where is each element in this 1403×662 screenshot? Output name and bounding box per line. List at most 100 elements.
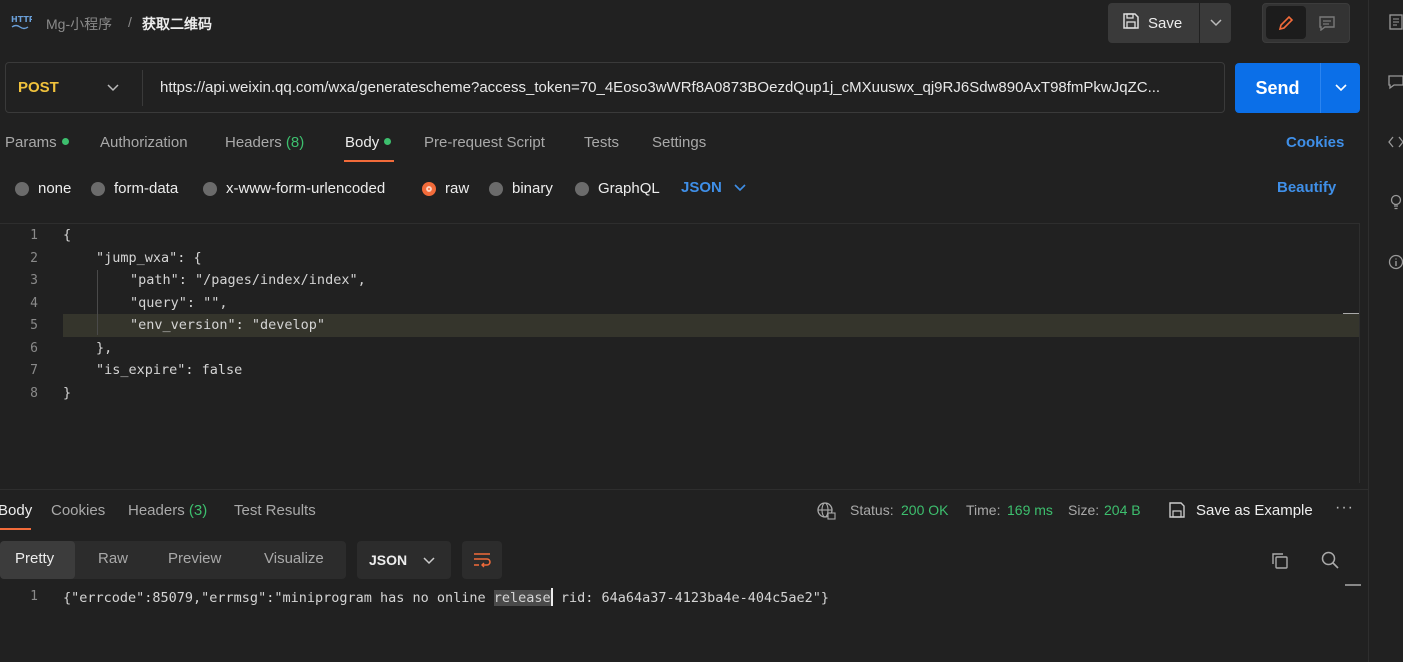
breadcrumb-request[interactable]: 获取二维码 (142, 14, 212, 34)
chevron-down-icon (734, 179, 746, 196)
breadcrumb-separator: / (128, 14, 132, 30)
save-options-chevron-down-icon[interactable] (1200, 3, 1231, 43)
pencil-icon[interactable] (1266, 6, 1306, 39)
radio-circle (489, 181, 503, 196)
send-button[interactable]: Send (1235, 63, 1320, 113)
radio-urlencoded[interactable]: x-www-form-urlencoded (203, 180, 385, 197)
radio-raw[interactable]: raw (422, 180, 469, 197)
save-example-icon (1168, 501, 1186, 522)
status-value[interactable]: 200 OK (901, 502, 948, 518)
right-sidebar (1368, 0, 1403, 662)
line-number: 3 (30, 273, 38, 288)
more-options-icon[interactable]: ··· (1335, 499, 1354, 517)
radio-label: binary (512, 180, 553, 197)
response-body-selection: release (493, 590, 551, 606)
radio-form-data[interactable]: form-data (91, 180, 178, 197)
code-line[interactable]: "jump_wxa": { (96, 250, 202, 266)
documentation-icon[interactable] (1388, 14, 1403, 30)
tab-tests[interactable]: Tests (584, 134, 619, 151)
editor-border (0, 223, 1360, 224)
radio-graphql[interactable]: GraphQL (575, 180, 660, 197)
radio-circle (575, 181, 589, 196)
wrap-lines-icon[interactable] (462, 541, 502, 579)
status-label: Status: (850, 502, 894, 518)
save-button[interactable]: Save (1108, 3, 1199, 43)
send-options-chevron-down-icon[interactable] (1320, 63, 1360, 113)
code-line[interactable]: "env_version": "develop" (130, 317, 325, 333)
pane-divider[interactable] (0, 489, 1368, 490)
globe-icon[interactable] (816, 501, 836, 524)
view-mode-visualize[interactable]: Visualize (264, 550, 324, 567)
radio-label: raw (445, 180, 470, 197)
search-icon[interactable] (1320, 550, 1340, 573)
svg-text:HTTP: HTTP (11, 15, 32, 24)
radio-none[interactable]: none (15, 180, 71, 197)
headers-count: (8) (285, 134, 305, 151)
size-value[interactable]: 204 B (1104, 502, 1141, 518)
copy-icon[interactable] (1270, 551, 1290, 574)
line-number: 1 (30, 228, 38, 243)
view-mode-pretty[interactable]: Pretty (15, 550, 54, 567)
lightbulb-icon[interactable] (1388, 194, 1403, 210)
http-icon: HTTP (10, 13, 35, 31)
response-tab-test-results[interactable]: Test Results (234, 502, 316, 519)
size-label: Size: (1068, 502, 1100, 518)
response-active-tab-indicator (0, 528, 31, 530)
response-line-number: 1 (30, 589, 38, 604)
line-number: 6 (30, 341, 38, 356)
method-chevron-down-icon[interactable] (106, 80, 120, 96)
tab-body-label: Body (345, 134, 380, 151)
url-input[interactable]: https://api.weixin.qq.com/wxa/generatesc… (160, 79, 1218, 96)
radio-circle (203, 181, 217, 196)
response-body-text: {"errcode":85079,"errmsg":"miniprogram h… (63, 590, 494, 606)
tab-headers-label: Headers (225, 134, 282, 151)
tab-body[interactable]: Body (345, 134, 392, 151)
tab-settings[interactable]: Settings (652, 134, 706, 151)
radio-circle (91, 181, 105, 196)
radio-binary[interactable]: binary (489, 180, 553, 197)
body-format-select[interactable]: JSON (681, 179, 746, 196)
response-tab-cookies[interactable]: Cookies (51, 502, 105, 519)
code-line[interactable]: "query": "", (130, 295, 228, 311)
cookies-link[interactable]: Cookies (1286, 134, 1344, 151)
response-body-text: rid: 64a64a37-4123ba4e-404c5ae2"} (552, 590, 830, 606)
view-mode-preview[interactable]: Preview (168, 550, 221, 567)
line-number: 5 (30, 318, 38, 333)
time-value[interactable]: 169 ms (1007, 502, 1053, 518)
info-icon[interactable] (1388, 254, 1403, 270)
response-tab-body[interactable]: Body (0, 502, 32, 519)
radio-label: form-data (114, 180, 179, 197)
code-line[interactable]: "path": "/pages/index/index", (130, 272, 366, 288)
comments-icon[interactable] (1388, 74, 1403, 90)
save-label: Save (1148, 14, 1183, 32)
save-as-example-button[interactable]: Save as Example (1196, 502, 1313, 519)
response-scroll-marker (1345, 584, 1361, 586)
time-label: Time: (966, 502, 1001, 518)
code-line[interactable]: }, (96, 340, 112, 356)
editor-scrollbar-track[interactable] (1359, 223, 1360, 483)
breadcrumb-collection[interactable]: Mg-小程序 (46, 14, 112, 34)
line-number: 2 (30, 251, 38, 266)
tab-pre-request-script[interactable]: Pre-request Script (424, 134, 545, 151)
method-select[interactable]: POST (18, 79, 59, 96)
response-tab-headers[interactable]: Headers (3) (128, 502, 207, 519)
beautify-button[interactable]: Beautify (1277, 179, 1336, 196)
view-mode-raw[interactable]: Raw (98, 550, 128, 567)
tab-headers[interactable]: Headers (8) (225, 134, 304, 151)
code-line[interactable]: { (63, 227, 71, 243)
tab-params[interactable]: Params (5, 134, 69, 151)
radio-label: none (38, 180, 72, 197)
method-divider (142, 70, 143, 106)
code-line[interactable]: } (63, 385, 71, 401)
code-icon[interactable] (1388, 134, 1403, 150)
code-line[interactable]: "is_expire": false (96, 362, 242, 378)
response-format-select[interactable]: JSON (357, 541, 451, 579)
tab-authorization[interactable]: Authorization (100, 134, 188, 151)
line-number: 8 (30, 386, 38, 401)
radio-circle-checked (422, 181, 436, 196)
tab-params-label: Params (5, 134, 57, 151)
response-body[interactable]: {"errcode":85079,"errmsg":"miniprogram h… (63, 588, 829, 606)
comment-icon[interactable] (1310, 6, 1344, 39)
response-format-label: JSON (369, 552, 408, 568)
params-indicator-dot (61, 138, 69, 145)
